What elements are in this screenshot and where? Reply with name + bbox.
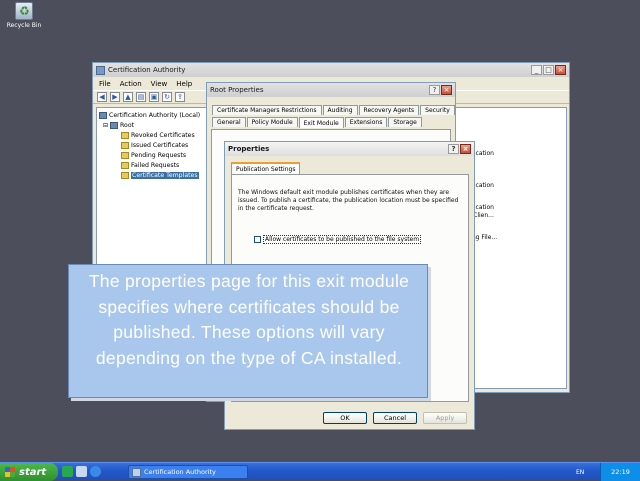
recycle-bin-icon[interactable] <box>15 2 33 20</box>
menu-file[interactable]: File <box>99 80 111 88</box>
folder-icon <box>121 141 129 149</box>
tree-item-revoked[interactable]: Revoked Certificates <box>99 130 205 140</box>
tree-item-templates[interactable]: Certificate Templates <box>99 170 205 180</box>
maximize-button[interactable]: □ <box>543 65 554 75</box>
properties-titlebar[interactable]: Properties ? × <box>225 142 474 156</box>
tab-policy-module[interactable]: Policy Module <box>246 117 298 127</box>
start-button[interactable]: start <box>0 463 58 481</box>
close-button[interactable]: × <box>555 65 566 75</box>
tree-item-ca-local[interactable]: Certification Authority (Local) <box>99 110 205 120</box>
help-button[interactable]: ? <box>429 85 440 95</box>
root-properties-titlebar[interactable]: Root Properties ? × <box>207 83 455 97</box>
folder-icon <box>121 151 129 159</box>
ca-app-icon <box>96 65 105 75</box>
tab-storage[interactable]: Storage <box>388 117 422 127</box>
ca-icon <box>99 111 107 119</box>
cancel-button[interactable]: Cancel <box>373 412 417 424</box>
checkbox-label[interactable]: Allow certificates to be published to th… <box>263 235 422 244</box>
root-properties-title: Root Properties <box>210 86 264 94</box>
help-button[interactable]: ? <box>448 144 459 154</box>
folder-icon <box>121 171 129 179</box>
quicklaunch-icon[interactable] <box>62 466 73 477</box>
show-desktop-icon[interactable] <box>76 466 87 477</box>
show-tree-icon[interactable]: ▤ <box>136 92 146 102</box>
folder-icon <box>121 131 129 139</box>
export-icon[interactable]: ⇪ <box>175 92 185 102</box>
tab-general[interactable]: General <box>212 117 246 127</box>
tab-extensions[interactable]: Extensions <box>344 117 388 127</box>
close-button[interactable]: × <box>460 144 471 154</box>
desktop: Recycle Bin Certification Authority _ □ … <box>0 0 640 462</box>
system-clock[interactable]: 22:19 <box>600 463 640 481</box>
refresh-icon[interactable]: ↻ <box>162 92 172 102</box>
forward-icon[interactable]: ▶ <box>110 92 120 102</box>
taskbar-item-label: Certification Authority <box>144 468 216 476</box>
collapse-icon[interactable]: ⊟ <box>103 122 108 129</box>
apply-button[interactable]: Apply <box>423 412 467 424</box>
tab-publication-settings[interactable]: Publication Settings <box>231 162 301 174</box>
tree-item-pending[interactable]: Pending Requests <box>99 150 205 160</box>
ok-button[interactable]: OK <box>323 412 367 424</box>
ca-window-title: Certification Authority <box>108 66 186 74</box>
recycle-bin[interactable]: Recycle Bin <box>4 2 44 29</box>
browser-icon[interactable] <box>90 466 101 477</box>
language-indicator[interactable]: EN <box>576 465 584 479</box>
tutorial-callout: The properties page for this exit module… <box>68 264 428 398</box>
windows-flag-icon <box>5 467 15 477</box>
up-folder-icon[interactable]: ▲ <box>123 92 133 102</box>
taskbar-item-certification-authority[interactable]: Certification Authority <box>128 465 248 479</box>
tree-item-issued[interactable]: Issued Certificates <box>99 140 205 150</box>
allow-file-system-publish-checkbox[interactable]: Allow certificates to be published to th… <box>254 235 422 244</box>
recycle-bin-label: Recycle Bin <box>6 22 42 29</box>
ca-app-icon <box>132 467 141 477</box>
taskbar: start Certification Authority EN 22:19 <box>0 462 640 481</box>
folder-icon <box>121 161 129 169</box>
ca-titlebar[interactable]: Certification Authority _ □ × <box>93 63 569 77</box>
tab-auditing[interactable]: Auditing <box>322 105 358 115</box>
menu-view[interactable]: View <box>151 80 168 88</box>
tree-item-failed[interactable]: Failed Requests <box>99 160 205 170</box>
tab-exit-module[interactable]: Exit Module <box>298 117 344 128</box>
properties-icon[interactable]: ▣ <box>149 92 159 102</box>
tab-recovery-agents[interactable]: Recovery Agents <box>358 105 420 115</box>
tabs-row-2: General Policy Module Exit Module Extens… <box>212 117 422 128</box>
menu-help[interactable]: Help <box>176 80 192 88</box>
back-icon[interactable]: ◀ <box>97 92 107 102</box>
close-button[interactable]: × <box>441 85 452 95</box>
tree-item-root[interactable]: ⊟ Root <box>99 120 205 130</box>
publication-description: The Windows default exit module publishe… <box>238 189 459 212</box>
tab-cert-managers[interactable]: Certificate Managers Restrictions <box>212 105 322 115</box>
checkbox-box[interactable] <box>254 236 261 243</box>
tabs-row-1: Certificate Managers Restrictions Auditi… <box>212 105 455 115</box>
properties-title: Properties <box>228 145 270 153</box>
tab-security[interactable]: Security <box>420 105 455 115</box>
start-label: start <box>19 466 47 478</box>
ca-icon <box>110 121 119 129</box>
callout-text: The properties page for this exit module… <box>88 271 410 368</box>
minimize-button[interactable]: _ <box>531 65 542 75</box>
menu-action[interactable]: Action <box>120 80 142 88</box>
